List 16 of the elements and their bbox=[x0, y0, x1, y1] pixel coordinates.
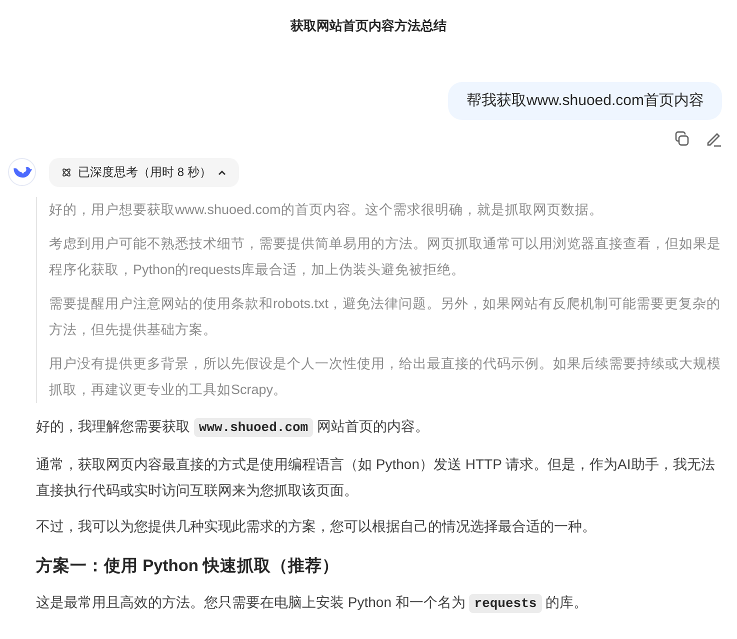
answer-paragraph: 好的，我理解您需要获取 www.shuoed.com 网站首页的内容。 bbox=[36, 417, 430, 439]
thinking-paragraph: 用户没有提供更多背景，所以先假设是个人一次性使用，给出最直接的代码示例。如果后续需要持续或大规模抓取，再建议更专业的工具如Scrapy。 bbox=[49, 355, 722, 399]
thinking-paragraph: 考虑到用户可能不熟悉技术细节，需要提供简单易用的方法。网页抓取通常可以用浏览器直接查看，但如果是程序化获取，Python的requests库最合适，加上伪装头避免被拒绝。 bbox=[49, 235, 722, 279]
whale-avatar-icon bbox=[8, 158, 36, 186]
user-message: 帮我获取www.shuoed.com首页内容 bbox=[448, 82, 722, 120]
caret-icon bbox=[217, 168, 228, 178]
copy-icon[interactable] bbox=[673, 130, 691, 148]
answer-paragraph: 通常，获取网页内容最直接的方式是使用编程语言（如 Python）发送 HTTP 请求。但是，作为AI助手，我无法直接执行代码或实时访问互联网来为您抓取该页面。 bbox=[36, 455, 716, 500]
answer-paragraph: 这是最常用且高效的方法。您只需要在电脑上安装 Python 和一个名为 requests 的库。 bbox=[36, 593, 589, 615]
thinking-toggle[interactable]: 已深度思考（用时 8 秒） bbox=[49, 158, 240, 187]
answer-paragraph: 不过，我可以为您提供几种实现此需求的方案，您可以根据自己的情况选择最合适的一种。 bbox=[36, 517, 597, 536]
atom-icon bbox=[61, 167, 72, 178]
section-heading: 方案一：使用 Python 快速抓取（推荐） bbox=[36, 556, 340, 577]
chat-title: 获取网站首页内容方法总结 bbox=[290, 17, 448, 35]
thinking-paragraph: 好的，用户想要获取www.shuoed.com的首页内容。这个需求很明确，就是抓取网页数据。 bbox=[49, 201, 604, 219]
thinking-paragraph: 需要提醒用户注意网站的使用条款和robots.txt，避免法律问题。另外，如果网站有反爬机制可能需要更复杂的方法，但先提供基础方案。 bbox=[49, 295, 722, 339]
